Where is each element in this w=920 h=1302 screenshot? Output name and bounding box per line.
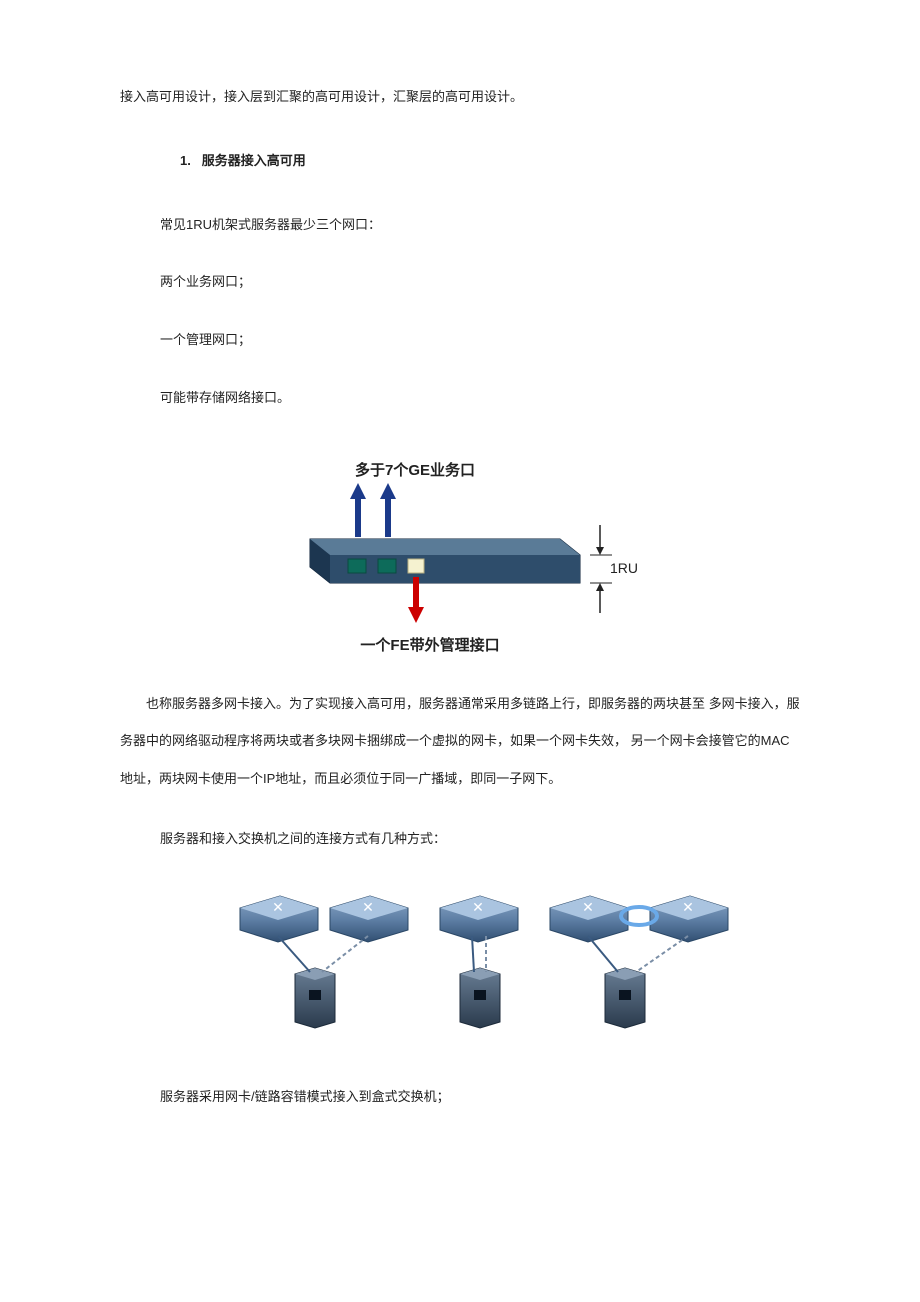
figure2-caption: 服务器和接入交换机之间的连接方式有几种方式： (160, 822, 800, 856)
line-1: 常见1RU机架式服务器最少三个网口： (160, 208, 800, 242)
svg-text:✕: ✕ (272, 899, 284, 915)
ge-port-2 (378, 559, 396, 573)
server-icon (605, 968, 645, 1028)
paragraph-3: 服务器采用网卡/链路容错模式接入到盒式交换机； (160, 1080, 800, 1114)
section-number: 1. (180, 153, 191, 168)
figure1-top-caption: 多于7个GE业务口 (355, 461, 475, 479)
document-page: 接入高可用设计，接入层到汇聚的高可用设计，汇聚层的高可用设计。 1. 服务器接入… (0, 0, 920, 1197)
switch-icon: ✕ (550, 896, 628, 942)
topology-1: ✕ ✕ (240, 896, 408, 1028)
figure-server-ports: 多于7个GE业务口 (120, 455, 800, 655)
ge-port-1 (348, 559, 366, 573)
topology-2: ✕ (440, 896, 518, 1028)
height-label: 1RU (610, 560, 638, 576)
intro-paragraph: 接入高可用设计，接入层到汇聚的高可用设计，汇聚层的高可用设计。 (120, 80, 800, 114)
figure-topologies: ✕ ✕ (180, 880, 800, 1040)
switch-icon: ✕ (440, 896, 518, 942)
section-title: 服务器接入高可用 (202, 153, 306, 168)
figure1-bottom-caption: 一个FE带外管理接口 (360, 636, 499, 654)
server-icon (460, 968, 500, 1028)
line-2: 两个业务网口； (160, 265, 800, 299)
svg-text:✕: ✕ (682, 899, 694, 915)
topology-3: ✕ ✕ (550, 896, 728, 1028)
paragraph-multi-nic: 也称服务器多网卡接入。为了实现接入高可用，服务器通常采用多链路上行，即服务器的两… (120, 685, 800, 798)
svg-text:✕: ✕ (472, 899, 484, 915)
svg-text:✕: ✕ (362, 899, 374, 915)
fe-mgmt-port (408, 559, 424, 573)
server-diagram-svg: 多于7个GE业务口 (280, 455, 640, 655)
section-heading: 1. 服务器接入高可用 (180, 144, 800, 178)
server-icon (295, 968, 335, 1028)
line-3: 一个管理网口； (160, 323, 800, 357)
server-chassis (310, 539, 580, 583)
topology-diagram-svg: ✕ ✕ (230, 880, 750, 1040)
svg-text:✕: ✕ (582, 899, 594, 915)
switch-icon: ✕ (330, 896, 408, 942)
switch-icon: ✕ (650, 896, 728, 942)
switch-icon: ✕ (240, 896, 318, 942)
line-4: 可能带存储网络接口。 (160, 381, 800, 415)
